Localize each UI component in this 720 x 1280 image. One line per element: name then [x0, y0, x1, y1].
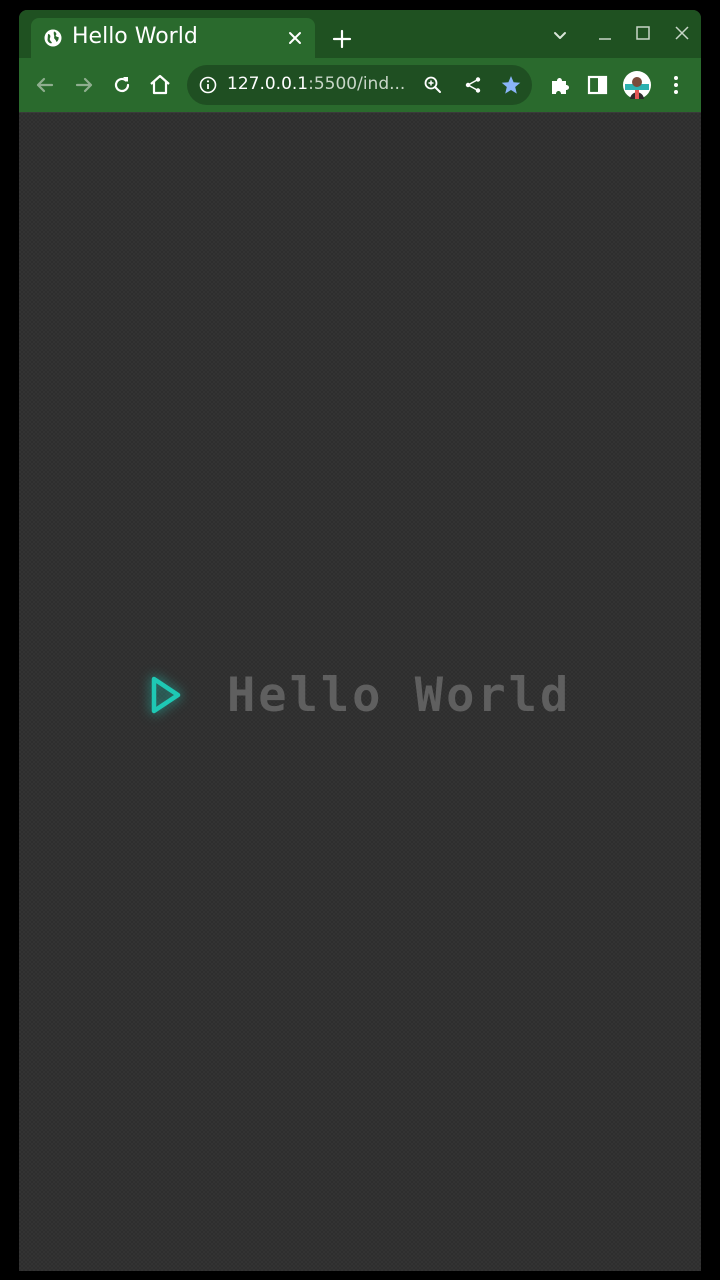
- globe-icon: [44, 29, 62, 47]
- reload-icon[interactable]: [109, 72, 135, 98]
- avatar-icon[interactable]: [622, 70, 652, 100]
- tab-strip: Hello World: [19, 10, 701, 58]
- arrow-right-icon[interactable]: [71, 72, 97, 98]
- puzzle-icon[interactable]: [547, 72, 573, 98]
- tab-hello-world[interactable]: Hello World: [31, 18, 315, 58]
- share-icon[interactable]: [463, 75, 483, 95]
- zoom-icon[interactable]: [423, 75, 443, 95]
- minimize-icon[interactable]: [594, 24, 616, 46]
- hero: Hello World: [143, 665, 571, 725]
- address-url: 127.0.0.1:5500/ind...: [227, 74, 405, 94]
- info-icon[interactable]: [199, 76, 217, 94]
- address-path: :5500/ind...: [308, 74, 406, 94]
- star-icon[interactable]: [500, 74, 522, 96]
- page-heading: Hello World: [227, 667, 572, 723]
- address-bar[interactable]: 127.0.0.1:5500/ind...: [187, 65, 532, 105]
- home-icon[interactable]: [147, 72, 173, 98]
- close-window-icon[interactable]: [671, 22, 693, 44]
- arrow-left-icon[interactable]: [32, 72, 58, 98]
- browser-toolbar: 127.0.0.1:5500/ind...: [19, 58, 701, 113]
- maximize-icon[interactable]: [632, 22, 654, 44]
- close-icon[interactable]: [285, 28, 305, 48]
- plus-icon[interactable]: [331, 28, 353, 50]
- chevron-down-icon[interactable]: [549, 24, 571, 46]
- play-icon: [151, 676, 181, 714]
- kebab-menu-icon[interactable]: [663, 72, 689, 98]
- address-host: 127.0.0.1: [227, 74, 309, 94]
- browser-window: Hello World 127.0.0.1:5500/ind... Hello …: [19, 10, 701, 1271]
- page-content: Hello World: [19, 113, 701, 1271]
- tab-title: Hello World: [72, 24, 198, 49]
- side-panel-icon[interactable]: [585, 72, 611, 98]
